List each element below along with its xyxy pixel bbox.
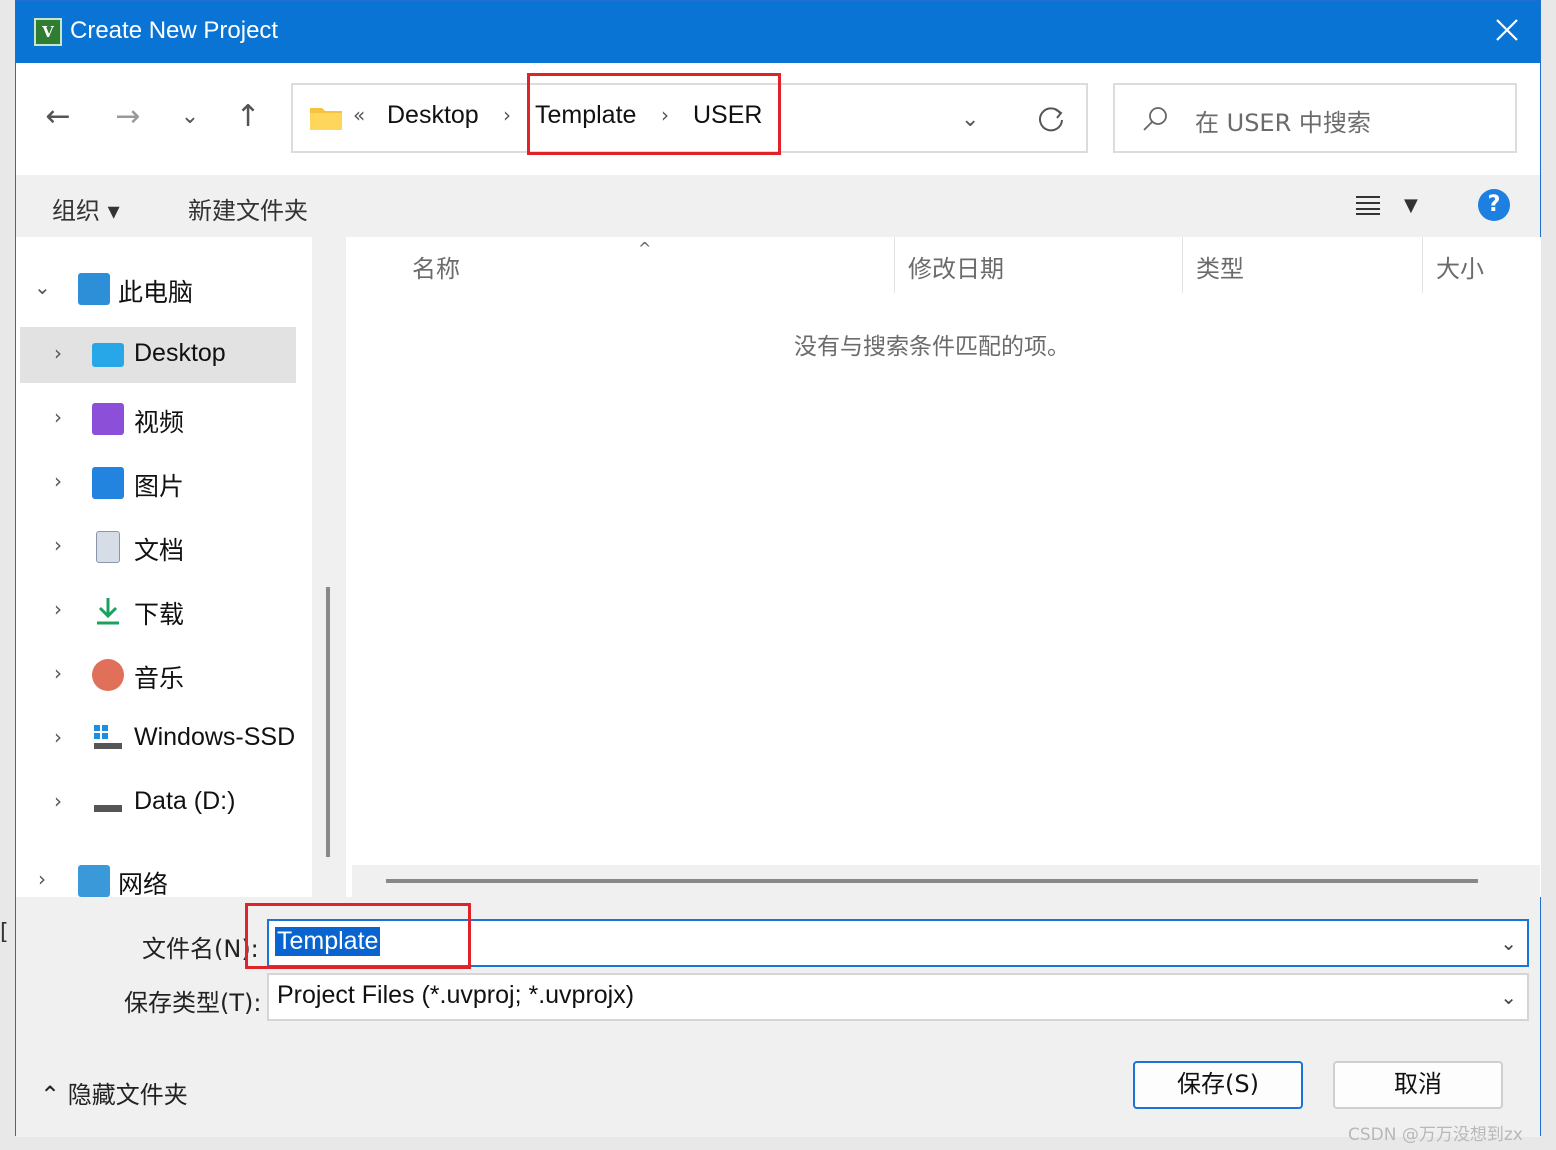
filename-label: 文件名(N): <box>142 935 259 963</box>
new-folder-button[interactable]: 新建文件夹 <box>188 191 308 226</box>
sidebar-item-desktop[interactable]: › Desktop <box>20 327 296 383</box>
sidebar-item-data-d[interactable]: › Data (D:) <box>20 775 296 831</box>
save-form: 文件名(N): Template ⌄ 保存类型(T): Project File… <box>16 897 1540 1025</box>
download-icon <box>92 595 124 627</box>
column-header-type[interactable]: 类型 <box>1196 249 1244 284</box>
column-divider[interactable] <box>894 237 895 293</box>
help-icon[interactable]: ? <box>1478 189 1510 221</box>
sidebar-item-label: 图片 <box>134 473 185 501</box>
sidebar-item-label: 音乐 <box>134 665 185 693</box>
background-window-fragment: [ <box>0 920 9 945</box>
drive-windows-icon <box>92 723 124 755</box>
music-icon <box>92 659 124 691</box>
filetype-select[interactable]: Project Files (*.uvproj; *.uvprojx) ⌄ <box>267 973 1529 1021</box>
documents-icon <box>96 531 120 563</box>
search-field[interactable]: 在 USER 中搜索 <box>1113 83 1517 153</box>
save-dialog-window: V Create New Project ← → ⌄ ↑ « Desktop ›… <box>15 0 1541 1137</box>
desktop-icon <box>92 343 124 367</box>
search-icon <box>1141 105 1169 133</box>
sidebar-item-label: Data (D:) <box>134 787 236 815</box>
pictures-icon <box>92 467 124 499</box>
video-icon <box>92 403 124 435</box>
command-bar: 组织 ▾ 新建文件夹 ▼ ? <box>16 175 1540 237</box>
sidebar-item-music[interactable]: › 音乐 <box>20 647 296 703</box>
horizontal-scrollbar[interactable] <box>352 865 1540 897</box>
chevron-right-icon[interactable]: › <box>54 789 62 813</box>
chevron-up-icon: ⌃ <box>40 1081 61 1109</box>
chevron-down-icon[interactable]: ⌄ <box>34 275 51 299</box>
sidebar-item-label: Windows-SSD <box>134 723 296 751</box>
recent-locations-chevron-icon[interactable]: ⌄ <box>172 99 208 135</box>
search-placeholder: 在 USER 中搜索 <box>1195 109 1371 137</box>
sidebar-item-downloads[interactable]: › 下载 <box>20 583 296 639</box>
filetype-value[interactable]: Project Files (*.uvproj; *.uvprojx) <box>275 981 636 1010</box>
dialog-footer: ⌃ 隐藏文件夹 保存(S) 取消 <box>16 1025 1540 1137</box>
chevron-right-icon[interactable]: › <box>54 597 62 621</box>
refresh-icon[interactable] <box>1035 103 1067 135</box>
forward-icon[interactable]: → <box>110 99 146 135</box>
sidebar-item-pictures[interactable]: › 图片 <box>20 455 296 511</box>
close-icon[interactable] <box>1492 15 1522 45</box>
chevron-down-icon[interactable]: ⌄ <box>1500 985 1517 1009</box>
horizontal-scrollbar-thumb[interactable] <box>386 879 1478 883</box>
hide-folders-toggle[interactable]: ⌃ 隐藏文件夹 <box>40 1075 188 1110</box>
sidebar-scrollbar-thumb[interactable] <box>326 587 330 857</box>
window-title: Create New Project <box>70 17 279 44</box>
watermark: CSDN @万万没想到zx <box>1348 1125 1523 1145</box>
file-list-pane: ^ 名称 修改日期 类型 大小 没有与搜索条件匹配的项。 <box>346 237 1541 897</box>
breadcrumb-separator-icon[interactable]: › <box>503 103 511 127</box>
navigation-pane: ⌄ 此电脑 › Desktop › 视频 › 图片 › 文档 › 下载 › 音乐… <box>16 237 312 897</box>
folder-icon <box>309 105 343 131</box>
sidebar-item-this-pc[interactable]: ⌄ 此电脑 <box>20 261 296 317</box>
empty-results-message: 没有与搜索条件匹配的项。 <box>794 334 1070 360</box>
save-button[interactable]: 保存(S) <box>1133 1061 1303 1109</box>
column-divider[interactable] <box>1422 237 1423 293</box>
highlight-box-filename <box>245 903 471 969</box>
filetype-label: 保存类型(T): <box>124 989 262 1017</box>
sidebar-item-windows-ssd[interactable]: › Windows-SSD <box>20 711 296 767</box>
hide-folders-label: 隐藏文件夹 <box>67 1081 188 1109</box>
chevron-right-icon[interactable]: › <box>38 867 46 891</box>
keil-app-icon: V <box>34 18 62 46</box>
sidebar-item-videos[interactable]: › 视频 <box>20 391 296 447</box>
network-icon <box>78 865 110 897</box>
address-history-chevron-icon[interactable]: ⌄ <box>961 107 979 132</box>
sidebar-item-label: Desktop <box>134 339 226 367</box>
view-dropdown-arrow-icon[interactable]: ▼ <box>1404 195 1418 216</box>
sidebar-item-label: 网络 <box>118 871 169 897</box>
sidebar-item-network[interactable]: › 网络 <box>20 853 296 897</box>
navigation-bar: ← → ⌄ ↑ « Desktop › Template › USER ⌄ 在 … <box>16 63 1540 175</box>
sidebar-item-label: 视频 <box>134 409 185 437</box>
title-bar[interactable]: V Create New Project <box>16 1 1540 63</box>
computer-icon <box>78 273 110 305</box>
up-folder-icon[interactable]: ↑ <box>230 99 266 135</box>
breadcrumb-overflow-icon[interactable]: « <box>353 103 365 127</box>
sidebar-item-label: 下载 <box>134 601 185 629</box>
breadcrumb-desktop[interactable]: Desktop <box>387 101 479 130</box>
back-icon[interactable]: ← <box>40 99 76 135</box>
column-divider[interactable] <box>1182 237 1183 293</box>
sort-ascending-icon: ^ <box>638 239 652 258</box>
column-header-date-modified[interactable]: 修改日期 <box>908 249 1004 284</box>
column-header-name[interactable]: 名称 <box>412 249 460 284</box>
cancel-button[interactable]: 取消 <box>1333 1061 1503 1109</box>
chevron-right-icon[interactable]: › <box>54 405 62 429</box>
chevron-right-icon[interactable]: › <box>54 469 62 493</box>
chevron-right-icon[interactable]: › <box>54 661 62 685</box>
highlight-box-path <box>527 73 781 155</box>
sidebar-item-label: 此电脑 <box>118 279 194 307</box>
chevron-down-icon[interactable]: ⌄ <box>1500 931 1517 955</box>
chevron-right-icon[interactable]: › <box>54 533 62 557</box>
sidebar-scrollbar[interactable] <box>312 237 346 897</box>
organize-menu-button[interactable]: 组织 ▾ <box>52 191 120 226</box>
column-header-size[interactable]: 大小 <box>1436 249 1484 284</box>
chevron-right-icon[interactable]: › <box>54 341 62 365</box>
sidebar-item-documents[interactable]: › 文档 <box>20 519 296 575</box>
chevron-right-icon[interactable]: › <box>54 725 62 749</box>
sidebar-item-label: 文档 <box>134 537 185 565</box>
view-options-icon[interactable] <box>1354 193 1382 217</box>
drive-icon <box>92 787 124 819</box>
